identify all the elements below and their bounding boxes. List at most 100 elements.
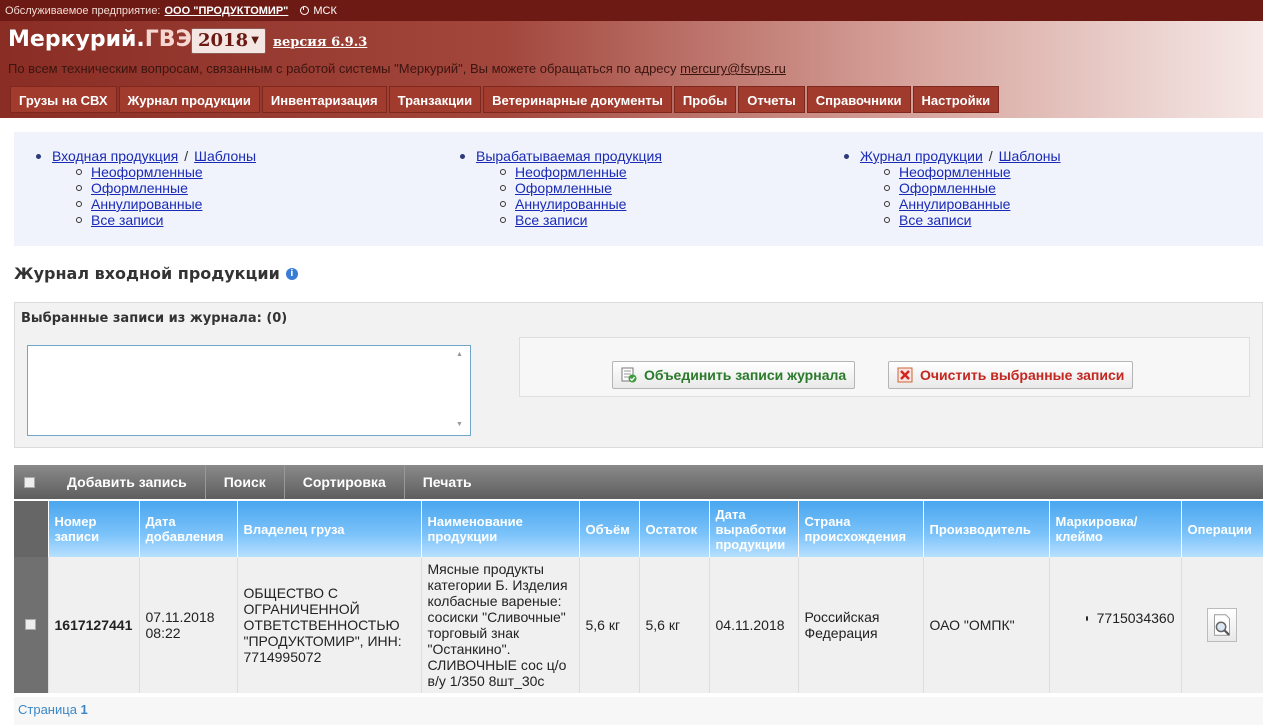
cell-number: 1617127441 — [48, 557, 140, 693]
enterprise-bar: Обслуживаемое предприятие: ООО "ПРОДУКТО… — [0, 0, 1263, 21]
link-input-all[interactable]: Все записи — [91, 212, 163, 228]
links-produced-products: Вырабатываемая продукция Неоформленные О… — [460, 148, 662, 228]
page-label: Страница — [18, 702, 77, 717]
year-select[interactable]: 2018 ▼ — [191, 28, 266, 54]
nav-references[interactable]: Справочники — [806, 86, 911, 113]
scroll-down-icon[interactable]: ▼ — [456, 421, 463, 428]
list-item: Все записи — [500, 212, 662, 228]
table-header-row: Номер записи Дата добавления Владелец гр… — [14, 501, 1263, 557]
link-produced-products[interactable]: Вырабатываемая продукция — [476, 148, 662, 164]
cell-volume: 5,6 кг — [579, 557, 640, 693]
links-input-products: Входная продукция / Шаблоны Неоформленны… — [36, 148, 256, 228]
selected-records-field[interactable] — [27, 345, 471, 436]
link-journal-all[interactable]: Все записи — [899, 212, 971, 228]
link-produced-draft[interactable]: Неоформленные — [515, 164, 627, 180]
year-value: 2018 — [198, 30, 249, 51]
link-produced-issued[interactable]: Оформленные — [515, 180, 612, 196]
nav-samples[interactable]: Пробы — [673, 86, 737, 113]
col-owner[interactable]: Владелец груза — [237, 501, 422, 557]
pagination: Страница 1 — [14, 697, 1263, 725]
table-row: 1617127441 07.11.2018 08:22 ОБЩЕСТВО С О… — [14, 557, 1263, 693]
col-number[interactable]: Номер записи — [48, 501, 140, 557]
col-operations: Операции — [1181, 501, 1263, 557]
cell-remainder: 5,6 кг — [639, 557, 710, 693]
link-journal-issued[interactable]: Оформленные — [899, 180, 996, 196]
selected-records-panel: Выбранные записи из журнала: (0) ▲ ▼ Объ… — [14, 302, 1263, 448]
list-item: Оформленные — [76, 180, 256, 196]
link-journal-cancelled[interactable]: Аннулированные — [899, 196, 1010, 212]
journal-table: Номер записи Дата добавления Владелец гр… — [14, 501, 1263, 693]
list-item: Все записи — [884, 212, 1061, 228]
link-input-templates[interactable]: Шаблоны — [194, 148, 256, 164]
list-item: Оформленные — [500, 180, 662, 196]
table-toolbar: Добавить запись Поиск Сортировка Печать — [14, 465, 1263, 499]
nav-svh[interactable]: Грузы на СВХ — [10, 86, 117, 113]
row-select-cell — [14, 557, 49, 693]
cell-date-added: 07.11.2018 08:22 — [139, 557, 238, 693]
nav-transactions[interactable]: Транзакции — [388, 86, 482, 113]
list-item: Все записи — [76, 212, 256, 228]
selected-records-label: Выбранные записи из журнала: (0) — [21, 311, 288, 326]
list-item: Оформленные — [884, 180, 1061, 196]
col-volume[interactable]: Объём — [579, 501, 640, 557]
link-produced-all[interactable]: Все записи — [515, 212, 587, 228]
row-checkbox[interactable] — [25, 619, 37, 630]
cell-producer: ОАО "ОМПК" — [923, 557, 1050, 693]
select-all-checkbox[interactable] — [24, 476, 35, 488]
nav-inventory[interactable]: Инвентаризация — [261, 86, 387, 113]
enterprise-link[interactable]: ООО "ПРОДУКТОМИР" — [165, 5, 289, 17]
list-item: Аннулированные — [76, 196, 256, 212]
col-marking[interactable]: Маркировка/ клеймо — [1049, 501, 1182, 557]
link-input-cancelled[interactable]: Аннулированные — [91, 196, 202, 212]
add-record-button[interactable]: Добавить запись — [55, 465, 206, 499]
sort-button[interactable]: Сортировка — [285, 465, 405, 499]
page-title: Журнал входной продукции i — [14, 264, 298, 283]
enterprise-prefix: Обслуживаемое предприятие: — [5, 4, 161, 17]
col-remainder[interactable]: Остаток — [639, 501, 710, 557]
clear-selected-button[interactable]: Очистить выбранные записи — [888, 361, 1134, 389]
page-number-current[interactable]: 1 — [81, 702, 88, 717]
col-country[interactable]: Страна происхождения — [798, 501, 924, 557]
select-column-header — [14, 501, 49, 557]
scroll-up-icon[interactable]: ▲ — [456, 351, 463, 358]
nav-journal[interactable]: Журнал продукции — [118, 86, 260, 113]
link-input-draft[interactable]: Неоформленные — [91, 164, 203, 180]
view-record-button[interactable] — [1207, 608, 1237, 642]
cell-operations — [1181, 557, 1263, 693]
clock-icon — [300, 6, 310, 15]
support-email-link[interactable]: mercury@fsvps.ru — [680, 61, 786, 76]
selected-actions: Объединить записи журнала Очистить выбра… — [519, 337, 1250, 397]
link-input-issued[interactable]: Оформленные — [91, 180, 188, 196]
col-date-added[interactable]: Дата добавления — [139, 501, 238, 557]
cell-country: Российская Федерация — [798, 557, 924, 693]
version-link[interactable]: версия 6.9.3 — [273, 35, 367, 50]
merge-records-button[interactable]: Объединить записи журнала — [612, 361, 856, 389]
nav-reports[interactable]: Отчеты — [738, 86, 805, 113]
link-produced-cancelled[interactable]: Аннулированные — [515, 196, 626, 212]
nav-vet-docs[interactable]: Ветеринарные документы — [483, 86, 672, 113]
merge-icon — [621, 367, 637, 383]
cell-owner: ОБЩЕСТВО С ОГРАНИЧЕННОЙ ОТВЕТСТВЕННОСТЬЮ… — [237, 557, 422, 693]
clear-icon — [897, 367, 913, 383]
list-item: Неоформленные — [884, 164, 1061, 180]
magnifier-icon — [1214, 614, 1230, 636]
link-journal-templates[interactable]: Шаблоны — [999, 148, 1061, 164]
app-logo: Меркурий.ГВЭ — [8, 27, 192, 52]
cell-product-name: Мясные продукты категории Б. Изделия кол… — [421, 557, 580, 693]
link-input-products[interactable]: Входная продукция — [52, 148, 178, 164]
col-production-date[interactable]: Дата выработки продукции — [709, 501, 799, 557]
links-product-journal: Журнал продукции / Шаблоны Неоформленные… — [844, 148, 1061, 228]
link-journal-draft[interactable]: Неоформленные — [899, 164, 1011, 180]
link-product-journal[interactable]: Журнал продукции — [860, 148, 983, 164]
cell-marking: 7715034360 — [1049, 557, 1182, 693]
search-button[interactable]: Поиск — [206, 465, 285, 499]
col-product-name[interactable]: Наименование продукции — [421, 501, 580, 557]
list-item: Аннулированные — [884, 196, 1061, 212]
support-text: По всем техническим вопросам, связанным … — [8, 61, 786, 76]
list-item: Аннулированные — [500, 196, 662, 212]
print-button[interactable]: Печать — [405, 465, 490, 499]
nav-settings[interactable]: Настройки — [912, 86, 1000, 113]
col-producer[interactable]: Производитель — [923, 501, 1050, 557]
main-nav: Грузы на СВХ Журнал продукции Инвентариз… — [10, 86, 1001, 113]
info-icon[interactable]: i — [285, 267, 298, 280]
